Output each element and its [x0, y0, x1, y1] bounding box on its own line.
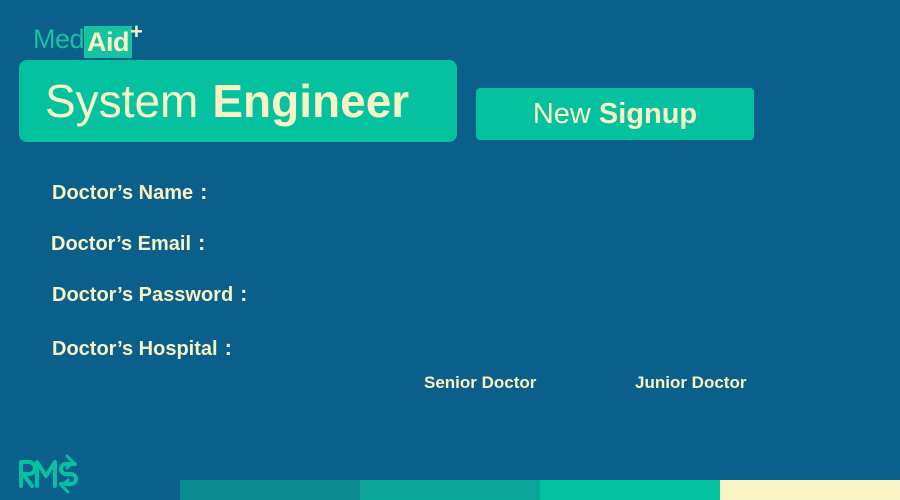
- doctor-email-label-text: Doctor’s Email: [51, 233, 192, 255]
- bottom-bar-2: [360, 480, 540, 500]
- logo-text-aid: Aid: [84, 26, 133, 58]
- medaid-logo: Med Aid +: [33, 20, 144, 58]
- new-signup-button[interactable]: New Signup: [476, 88, 754, 140]
- role-option-junior-doctor[interactable]: Junior Doctor: [635, 373, 746, 393]
- doctor-hospital-label-text: Doctor’s Hospital: [52, 338, 218, 360]
- bottom-bar-3: [540, 480, 720, 500]
- signup-label-bold: Signup: [598, 97, 698, 130]
- bottom-bar-1: [180, 480, 360, 500]
- doctor-name-label-text: Doctor’s Name: [52, 182, 194, 204]
- signup-label-light: New: [532, 97, 591, 130]
- page-title: System Engineer: [19, 60, 457, 142]
- role-option-senior-doctor[interactable]: Senior Doctor: [424, 373, 536, 393]
- logo-plus-icon: +: [130, 19, 143, 44]
- doctor-password-label-text: Doctor’s Password: [52, 284, 234, 306]
- bottom-color-bars: [180, 480, 900, 500]
- doctor-email-label: Doctor’s Email:: [51, 230, 205, 256]
- logo-text-med: Med: [33, 24, 85, 54]
- doctor-hospital-label: Doctor’s Hospital:: [52, 335, 232, 361]
- doctor-password-label: Doctor’s Password:: [52, 281, 248, 307]
- doctor-email-colon: :: [198, 230, 206, 255]
- page-title-light: System: [45, 75, 199, 127]
- doctor-hospital-colon: :: [224, 335, 232, 360]
- doctor-password-colon: :: [240, 281, 248, 306]
- doctor-name-colon: :: [200, 179, 208, 204]
- doctor-name-label: Doctor’s Name:: [52, 179, 207, 205]
- page-title-bold: Engineer: [212, 75, 410, 127]
- bottom-bar-4: [720, 480, 900, 500]
- rms-logo-icon: [19, 454, 78, 494]
